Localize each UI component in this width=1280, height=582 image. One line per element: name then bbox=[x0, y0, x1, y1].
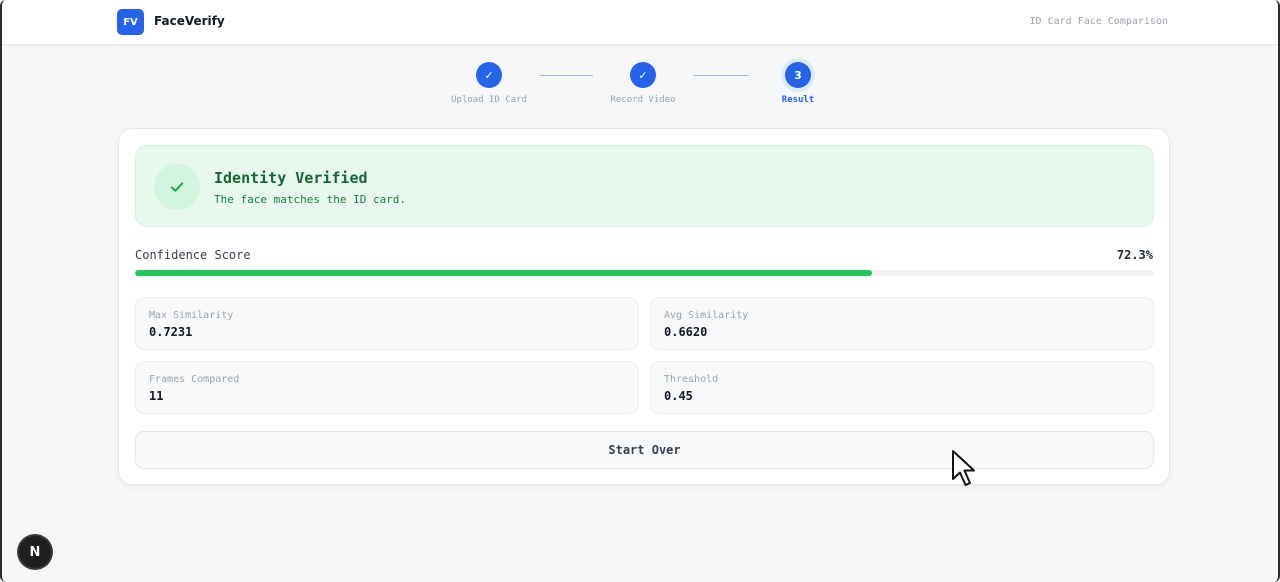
metric-value: 0.6620 bbox=[664, 325, 708, 339]
check-icon bbox=[154, 164, 200, 210]
metric-value: 0.7231 bbox=[149, 325, 193, 339]
result-title: Identity Verified bbox=[214, 169, 368, 187]
metric-frames-compared: Frames Compared 11 bbox=[135, 361, 639, 414]
check-icon: ✓ bbox=[630, 62, 656, 88]
confidence-progress-fill bbox=[135, 270, 872, 276]
app-logo[interactable]: FV bbox=[117, 9, 144, 35]
check-icon: ✓ bbox=[476, 62, 502, 88]
metric-label: Frames Compared bbox=[149, 374, 240, 385]
dev-tools-badge[interactable]: N bbox=[19, 536, 51, 568]
step-label: Record Video bbox=[610, 95, 676, 105]
start-over-button[interactable]: Start Over bbox=[135, 431, 1154, 469]
verification-banner: Identity Verified The face matches the I… bbox=[135, 145, 1154, 227]
mouse-cursor-icon bbox=[950, 449, 980, 493]
step-label: Result bbox=[781, 95, 815, 105]
confidence-label: Confidence Score bbox=[135, 248, 251, 262]
top-header: FV FaceVerify ID Card Face Comparison bbox=[2, 0, 1278, 45]
confidence-progress-bar bbox=[135, 270, 1154, 276]
metric-value: 11 bbox=[149, 389, 164, 403]
step-label: Upload ID Card bbox=[451, 95, 527, 105]
step-result: 3 Result bbox=[738, 62, 858, 105]
result-card: Identity Verified The face matches the I… bbox=[118, 128, 1170, 485]
header-subtitle: ID Card Face Comparison bbox=[1029, 16, 1168, 27]
metric-max-similarity: Max Similarity 0.7231 bbox=[135, 297, 639, 350]
metric-value: 0.45 bbox=[664, 389, 693, 403]
confidence-value: 72.3% bbox=[1116, 248, 1153, 262]
result-message: The face matches the ID card. bbox=[214, 193, 407, 206]
step-upload-id-card: ✓ Upload ID Card bbox=[429, 62, 549, 105]
metric-threshold: Threshold 0.45 bbox=[650, 361, 1154, 414]
step-record-video: ✓ Record Video bbox=[583, 62, 703, 105]
step-number: 3 bbox=[785, 62, 811, 88]
app-window: FV FaceVerify ID Card Face Comparison ✓ … bbox=[0, 0, 1280, 582]
metric-avg-similarity: Avg Similarity 0.6620 bbox=[650, 297, 1154, 350]
metric-label: Max Similarity bbox=[149, 310, 234, 321]
metric-label: Threshold bbox=[664, 374, 719, 385]
app-name[interactable]: FaceVerify bbox=[154, 14, 225, 28]
metric-label: Avg Similarity bbox=[664, 310, 749, 321]
